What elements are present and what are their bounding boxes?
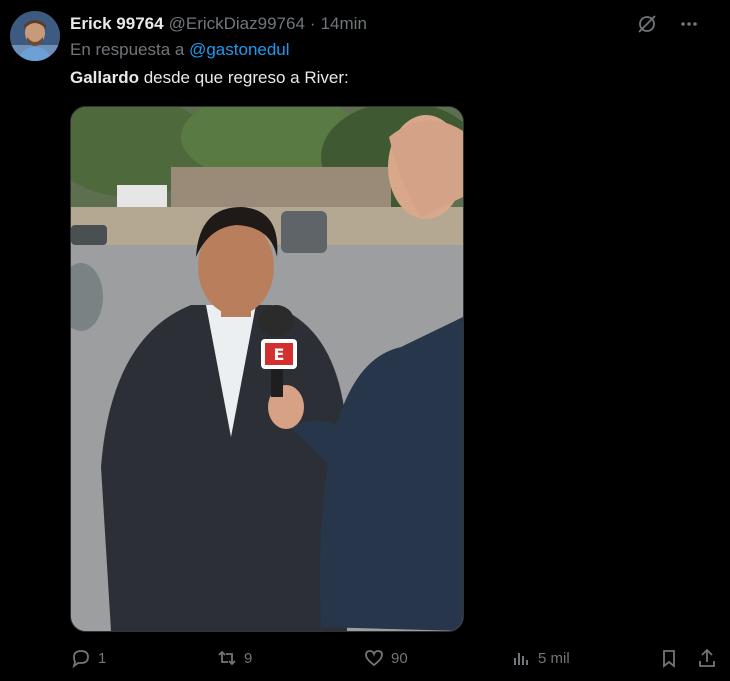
- mic-logo: E: [274, 345, 285, 364]
- repost-icon: [216, 647, 238, 669]
- separator-dot: ·: [309, 14, 316, 33]
- author-name[interactable]: Erick 99764: [70, 14, 164, 34]
- author-handle[interactable]: @ErickDiaz99764: [169, 14, 305, 34]
- tweet-text: Gallardo desde que regreso a River:: [70, 68, 349, 88]
- tweet-photo[interactable]: E: [70, 106, 464, 632]
- tweet-header: Erick 99764 @ErickDiaz99764 · 14min: [70, 12, 710, 36]
- more-icon[interactable]: [678, 13, 700, 35]
- heart-icon: [363, 647, 385, 669]
- tweet-text-rest: desde que regreso a River:: [138, 68, 349, 87]
- reply-count: 1: [98, 649, 107, 667]
- repost-count: 9: [244, 649, 253, 667]
- share-button[interactable]: [696, 645, 718, 671]
- views-button[interactable]: 5 mil: [510, 645, 570, 671]
- bookmark-icon: [658, 647, 680, 669]
- grok-icon[interactable]: [636, 13, 658, 35]
- bookmark-button[interactable]: [658, 645, 680, 671]
- share-icon: [696, 647, 718, 669]
- reply-prefix: En respuesta a: [70, 40, 185, 59]
- reply-icon: [70, 647, 92, 669]
- tweet-actions: 1 9 90 5 mil: [70, 645, 718, 671]
- like-count: 90: [391, 649, 408, 667]
- tweet-time[interactable]: 14min: [321, 14, 367, 34]
- reply-mention-link[interactable]: @gastonedul: [189, 40, 289, 59]
- repost-button[interactable]: 9: [216, 645, 252, 671]
- tweet-text-bold: Gallardo: [70, 68, 139, 87]
- views-count: 5 mil: [538, 649, 570, 667]
- reply-button[interactable]: 1: [70, 645, 106, 671]
- like-button[interactable]: 90: [363, 645, 408, 671]
- reply-context: En respuesta a @gastonedul: [70, 40, 290, 60]
- views-icon: [510, 647, 532, 669]
- author-avatar[interactable]: [10, 11, 60, 61]
